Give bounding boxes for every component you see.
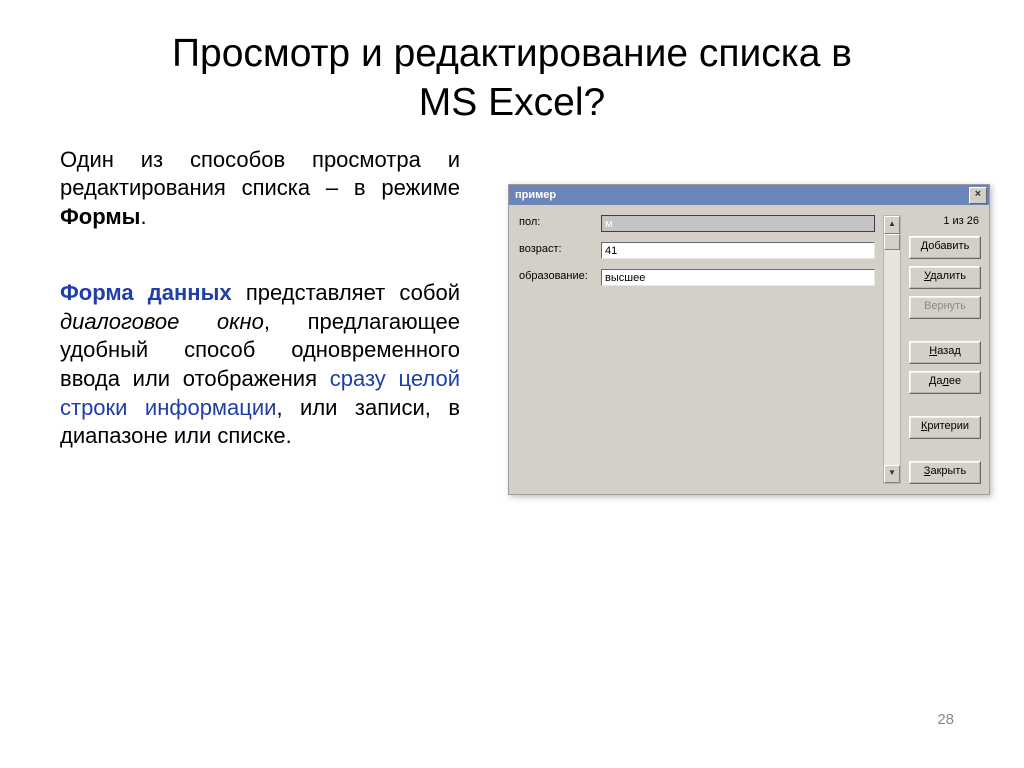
title-line-2: MS Excel? — [60, 79, 964, 128]
add-button[interactable]: Добавить — [909, 236, 981, 259]
para1-period: . — [140, 204, 146, 229]
dialog-scrollbar[interactable]: ▲ ▼ — [883, 215, 901, 484]
scroll-thumb[interactable] — [884, 234, 900, 250]
paragraph-2: Форма данных представляет собой диалогов… — [60, 279, 460, 451]
field-input-obrazovanie[interactable]: высшее — [601, 269, 875, 286]
scroll-up-icon[interactable]: ▲ — [884, 216, 900, 234]
close-icon[interactable]: × — [969, 187, 987, 204]
field-input-pol[interactable]: м — [601, 215, 875, 232]
prev-button[interactable]: Назад — [909, 341, 981, 364]
record-counter: 1 из 26 — [909, 215, 981, 229]
excel-data-form-dialog: пример × пол: м возраст: 41 образование:… — [508, 184, 990, 495]
dialog-fields: пол: м возраст: 41 образование: высшее — [519, 215, 875, 286]
field-label-obrazovanie: образование: — [519, 269, 595, 286]
close-button[interactable]: Закрыть — [909, 461, 981, 484]
para2-italic: диалоговое окно — [60, 309, 264, 334]
field-label-pol: пол: — [519, 215, 595, 232]
delete-button[interactable]: Удалить — [909, 266, 981, 289]
page-number: 28 — [937, 711, 954, 728]
scroll-track[interactable] — [884, 234, 900, 465]
restore-button: Вернуть — [909, 296, 981, 319]
dialog-button-column: 1 из 26 Добавить Удалить Вернуть Назад Д… — [909, 215, 981, 484]
field-label-vozrast: возраст: — [519, 242, 595, 259]
para2-b: представляет собой — [232, 280, 460, 305]
paragraph-1: Один из способов просмотра и редактирова… — [60, 146, 460, 232]
para1-bold: Формы — [60, 204, 140, 229]
slide-title: Просмотр и редактирование списка в MS Ex… — [60, 30, 964, 128]
dialog-titlebar[interactable]: пример × — [509, 185, 989, 205]
next-button[interactable]: Далее — [909, 371, 981, 394]
title-line-1: Просмотр и редактирование списка в — [172, 32, 852, 75]
criteria-button[interactable]: Критерии — [909, 416, 981, 439]
field-input-vozrast[interactable]: 41 — [601, 242, 875, 259]
scroll-down-icon[interactable]: ▼ — [884, 465, 900, 483]
para2-term: Форма данных — [60, 280, 232, 305]
dialog-title-text: пример — [515, 189, 556, 201]
para1-text: Один из способов просмотра и редактирова… — [60, 147, 460, 201]
